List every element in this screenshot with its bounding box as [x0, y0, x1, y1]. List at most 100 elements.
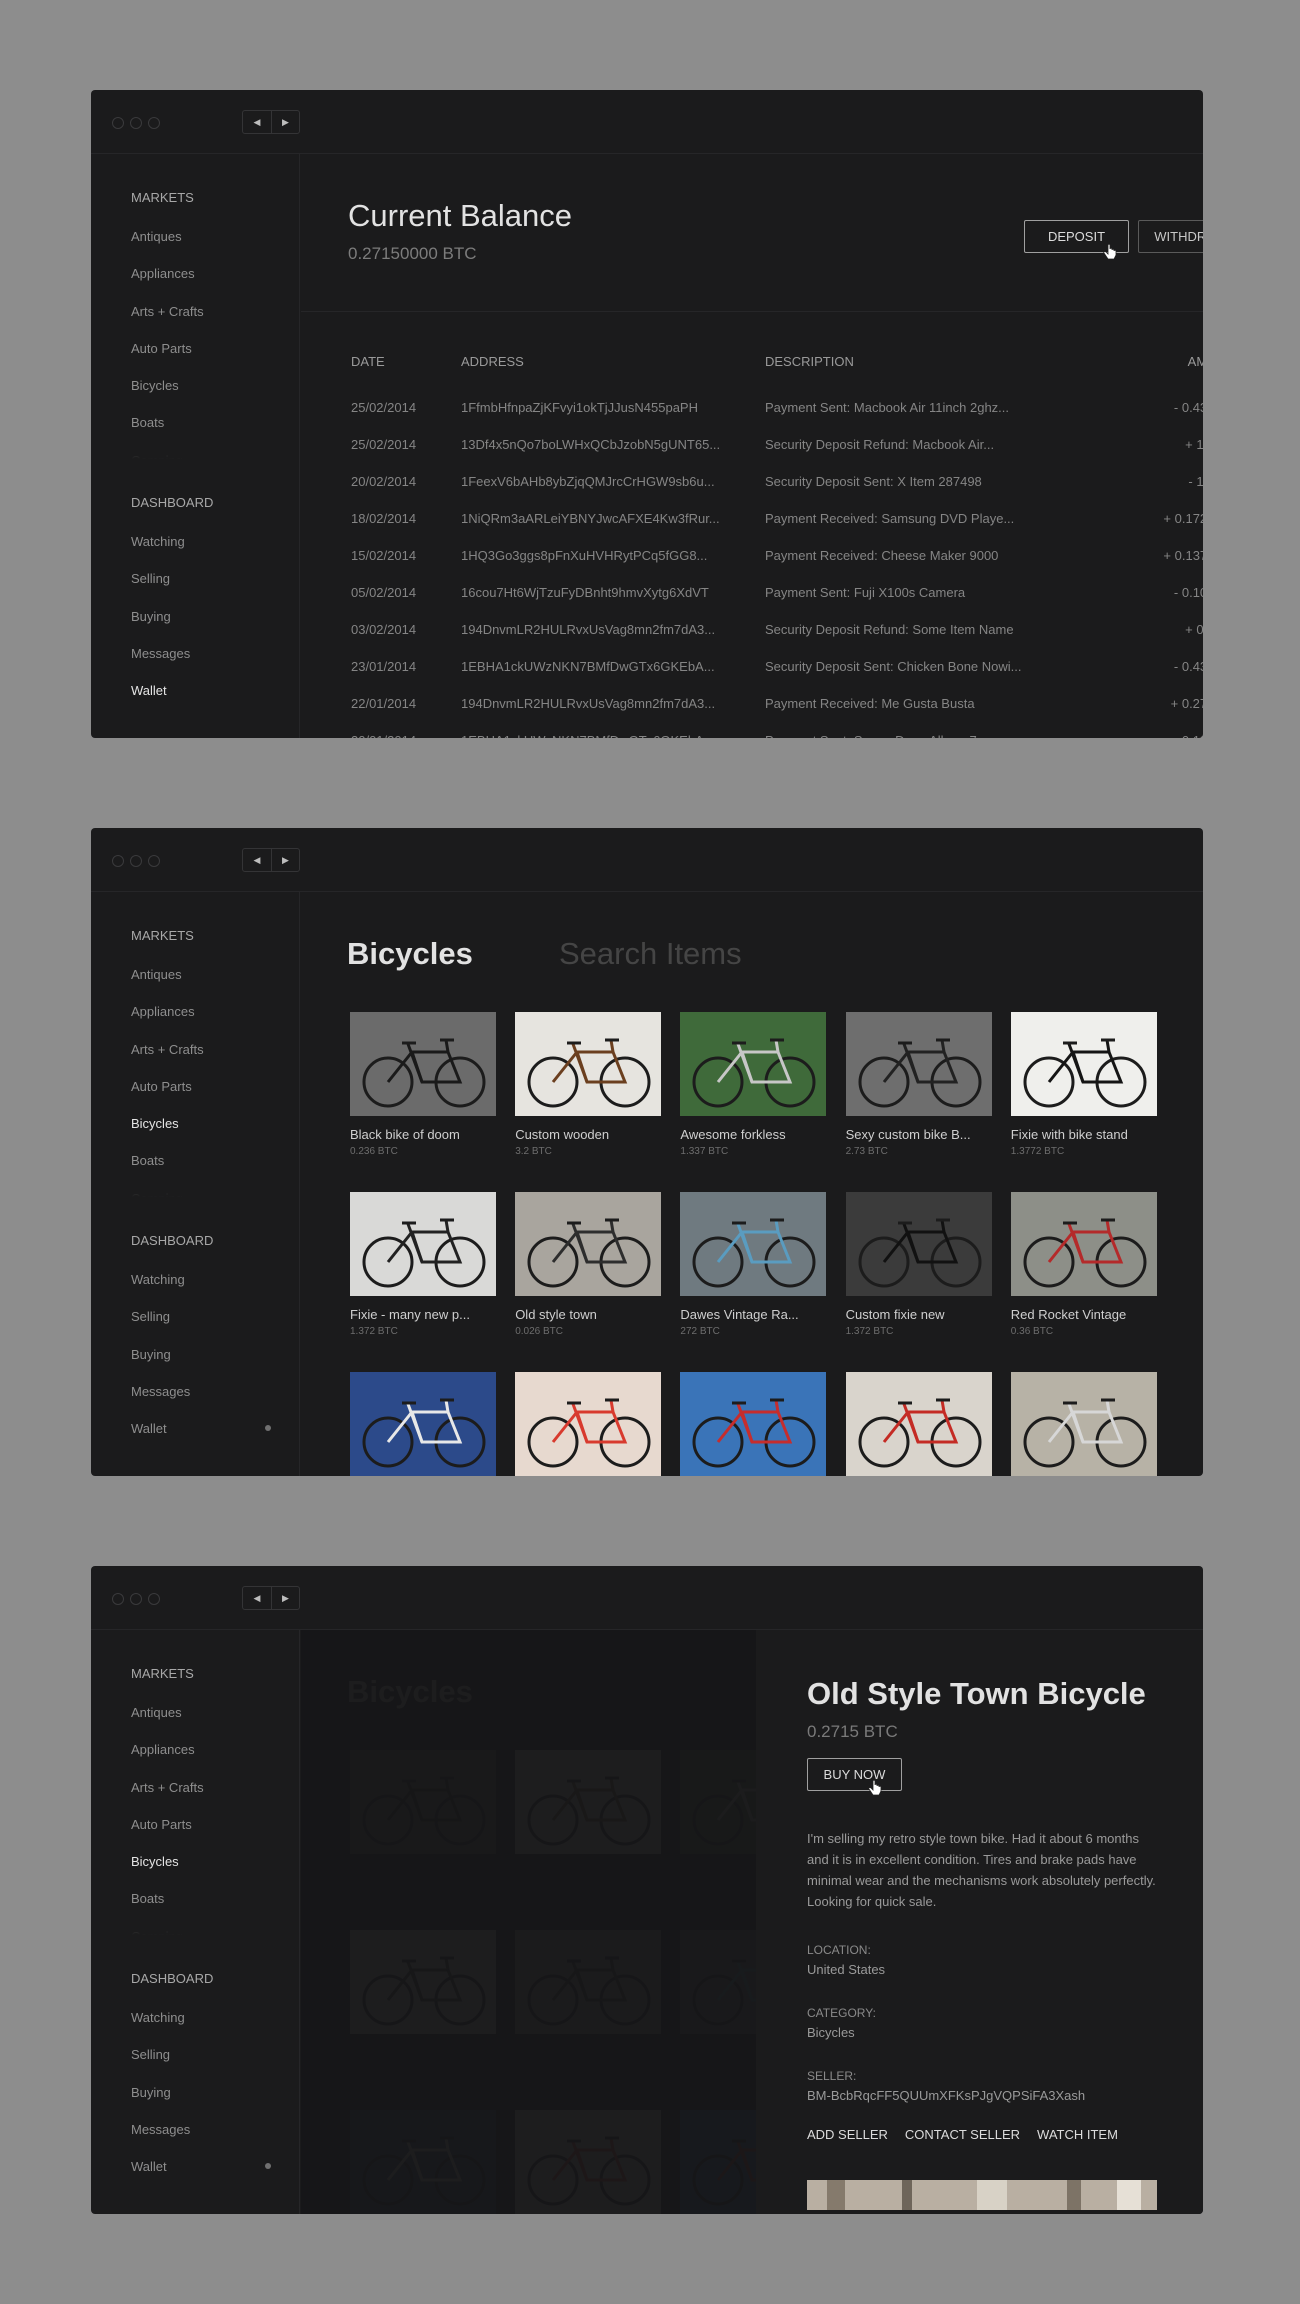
- item-thumbnail: [845, 1192, 992, 1296]
- sidebar-item-wallet[interactable]: Wallet: [131, 2159, 271, 2196]
- sidebar-item-appliances[interactable]: Appliances: [131, 1742, 281, 1779]
- sidebar-item-arts-crafts[interactable]: Arts + Crafts: [131, 304, 281, 341]
- sidebar-item-messages[interactable]: Messages: [131, 646, 271, 683]
- item-card[interactable]: Red Rocket Vintage 0.36 BTC: [1010, 1192, 1157, 1337]
- item-card[interactable]: [845, 1372, 992, 1476]
- cell-description: Security Deposit Sent: Chicken Bone Nowi…: [765, 659, 1022, 674]
- sidebar-item-arts-crafts[interactable]: Arts + Crafts: [131, 1042, 281, 1079]
- sidebar-item-appliances[interactable]: Appliances: [131, 266, 281, 303]
- sidebar-item-messages[interactable]: Messages: [131, 2122, 271, 2159]
- table-row[interactable]: 05/02/2014 16cou7Ht6WjTzuFyDBnht9hmvXytg6…: [348, 574, 1203, 611]
- item-card[interactable]: [1010, 1372, 1157, 1476]
- close-button[interactable]: [112, 117, 124, 129]
- withdraw-button[interactable]: WITHDRAW: [1138, 220, 1203, 253]
- item-card[interactable]: Fixie - many new p... 1.372 BTC: [350, 1192, 496, 1337]
- cell-address: 16cou7Ht6WjTzuFyDBnht9hmvXytg6XdVT: [461, 585, 709, 600]
- sidebar-item-antiques[interactable]: Antiques: [131, 229, 281, 266]
- contact-seller-link[interactable]: CONTACT SELLER: [905, 2127, 1020, 2142]
- sidebar-item-label: Wallet: [131, 683, 167, 699]
- item-description: I'm selling my retro style town bike. Ha…: [807, 1831, 1156, 1909]
- maximize-button[interactable]: [148, 855, 160, 867]
- balance-value: 0.27150000 BTC: [348, 244, 477, 263]
- back-button[interactable]: ◀: [243, 849, 271, 871]
- item-thumbnail: [845, 1012, 992, 1116]
- item-price: 0.2715 BTC: [807, 1722, 898, 1741]
- wallet-window: ◀ ▶ MARKETS Antiques Appliances Arts + Craf…: [91, 90, 1203, 738]
- sidebar-item-auto-parts[interactable]: Auto Parts: [131, 1079, 281, 1116]
- bicycle-photo: [515, 1012, 662, 1116]
- sidebar-item-wallet[interactable]: Wallet: [131, 683, 271, 720]
- sidebar-item-messages[interactable]: Messages: [131, 1384, 271, 1421]
- sidebar-item-buying[interactable]: Buying: [131, 1347, 271, 1384]
- maximize-button[interactable]: [148, 117, 160, 129]
- forward-button[interactable]: ▶: [271, 111, 299, 133]
- maximize-button[interactable]: [148, 1593, 160, 1605]
- sidebar-item-bicycles[interactable]: Bicycles: [131, 1854, 281, 1891]
- sidebar-item-selling[interactable]: Selling: [131, 1309, 271, 1346]
- back-button[interactable]: ◀: [243, 111, 271, 133]
- forward-button[interactable]: ▶: [271, 1587, 299, 1609]
- item-card[interactable]: Sexy custom bike B... 2.73 BTC: [845, 1012, 992, 1157]
- item-card[interactable]: Custom wooden 3.2 BTC: [515, 1012, 662, 1157]
- item-thumbnail: [350, 1192, 496, 1296]
- sidebar-item-auto-parts[interactable]: Auto Parts: [131, 1817, 281, 1854]
- minimize-button[interactable]: [130, 117, 142, 129]
- close-button[interactable]: [112, 855, 124, 867]
- item-card[interactable]: [350, 1372, 496, 1476]
- bicycle-photo: [845, 1012, 992, 1116]
- item-price: 0.026 BTC: [515, 1326, 563, 1337]
- search-input[interactable]: [559, 936, 859, 972]
- sidebar-item-selling[interactable]: Selling: [131, 571, 271, 608]
- item-card[interactable]: Old style town 0.026 BTC: [515, 1192, 662, 1337]
- sidebar-item-arts-crafts[interactable]: Arts + Crafts: [131, 1780, 281, 1817]
- item-card[interactable]: [515, 1372, 662, 1476]
- sidebar-item-bicycles[interactable]: Bicycles: [131, 1116, 281, 1153]
- table-row[interactable]: 23/01/2014 1EBHA1ckUWzNKN7BMfDwGTx6GKEbA.…: [348, 648, 1203, 685]
- back-button[interactable]: ◀: [243, 1587, 271, 1609]
- sidebar-item-watching[interactable]: Watching: [131, 1272, 271, 1309]
- bicycle-photo: [680, 1372, 827, 1476]
- close-button[interactable]: [112, 1593, 124, 1605]
- sidebar-item-label: Selling: [131, 2047, 171, 2063]
- sidebar-item-wallet[interactable]: Wallet: [131, 1421, 271, 1458]
- history-nav: ◀ ▶: [242, 110, 300, 134]
- dim-overlay[interactable]: [301, 1630, 756, 2214]
- item-card[interactable]: Dawes Vintage Ra... 272 BTC: [680, 1192, 827, 1337]
- sidebar-item-label: Wallet: [131, 2159, 167, 2175]
- sidebar-item-selling[interactable]: Selling: [131, 2047, 271, 2084]
- sidebar-item-watching[interactable]: Watching: [131, 534, 271, 571]
- item-card[interactable]: Custom fixie new 1.372 BTC: [845, 1192, 992, 1337]
- minimize-button[interactable]: [130, 1593, 142, 1605]
- watch-item-link[interactable]: WATCH ITEM: [1037, 2127, 1118, 2142]
- table-row[interactable]: 15/02/2014 1HQ3Go3ggs8pFnXuHVHRytPCq5fGG8…: [348, 537, 1203, 574]
- sidebar-item-antiques[interactable]: Antiques: [131, 967, 281, 1004]
- table-row[interactable]: 20/01/20141EBHA1ckUWzNKN7BMfDwGTx6GKEbA.…: [348, 722, 1203, 738]
- add-seller-link[interactable]: ADD SELLER: [807, 2127, 888, 2142]
- cell-date: 18/02/2014: [351, 511, 417, 526]
- table-row[interactable]: 25/02/2014 1FfmbHfnpaZjKFvyi1okTjJJusN455…: [348, 389, 1203, 426]
- cell-description: Payment Received: Samsung DVD Playe...: [765, 511, 1015, 526]
- cell-address: 194DnvmLR2HULRvxUsVag8mn2fm7dA3...: [461, 622, 716, 637]
- item-card[interactable]: Black bike of doom 0.236 BTC: [350, 1012, 496, 1157]
- sidebar-item-antiques[interactable]: Antiques: [131, 1705, 281, 1742]
- sidebar-item-buying[interactable]: Buying: [131, 2085, 271, 2122]
- sidebar-item-appliances[interactable]: Appliances: [131, 1004, 281, 1041]
- sidebar-item-bicycles[interactable]: Bicycles: [131, 378, 281, 415]
- sidebar-item-buying[interactable]: Buying: [131, 609, 271, 646]
- table-row[interactable]: 03/02/2014 194DnvmLR2HULRvxUsVag8mn2fm7dA…: [348, 611, 1203, 648]
- item-card[interactable]: Awesome forkless 1.337 BTC: [680, 1012, 827, 1157]
- sidebar-item-watching[interactable]: Watching: [131, 2010, 271, 2047]
- sidebar-item-auto-parts[interactable]: Auto Parts: [131, 341, 281, 378]
- table-row[interactable]: 25/02/2014 13Df4x5nQo7boLWHxQCbJzobN5gUNT…: [348, 426, 1203, 463]
- item-card[interactable]: Fixie with bike stand 1.3772 BTC: [1010, 1012, 1157, 1157]
- buy-now-button[interactable]: BUY NOW: [807, 1758, 902, 1791]
- table-row[interactable]: 22/01/2014 194DnvmLR2HULRvxUsVag8mn2fm7dA…: [348, 685, 1203, 722]
- forward-button[interactable]: ▶: [271, 849, 299, 871]
- table-row[interactable]: 20/02/2014 1FeexV6bAHb8ybZjqQMJrcCrHGW9sb…: [348, 463, 1203, 500]
- triangle-left-icon: ◀: [253, 854, 261, 865]
- minimize-button[interactable]: [130, 855, 142, 867]
- table-row[interactable]: 18/02/2014 1NiQRm3aARLeiYBNYJwcAFXE4Kw3fR…: [348, 500, 1203, 537]
- cell-description: Payment Sent: Snoop Dogg Album 7: [765, 733, 1044, 738]
- bicycle-photo: [350, 1372, 496, 1476]
- item-card[interactable]: [680, 1372, 827, 1476]
